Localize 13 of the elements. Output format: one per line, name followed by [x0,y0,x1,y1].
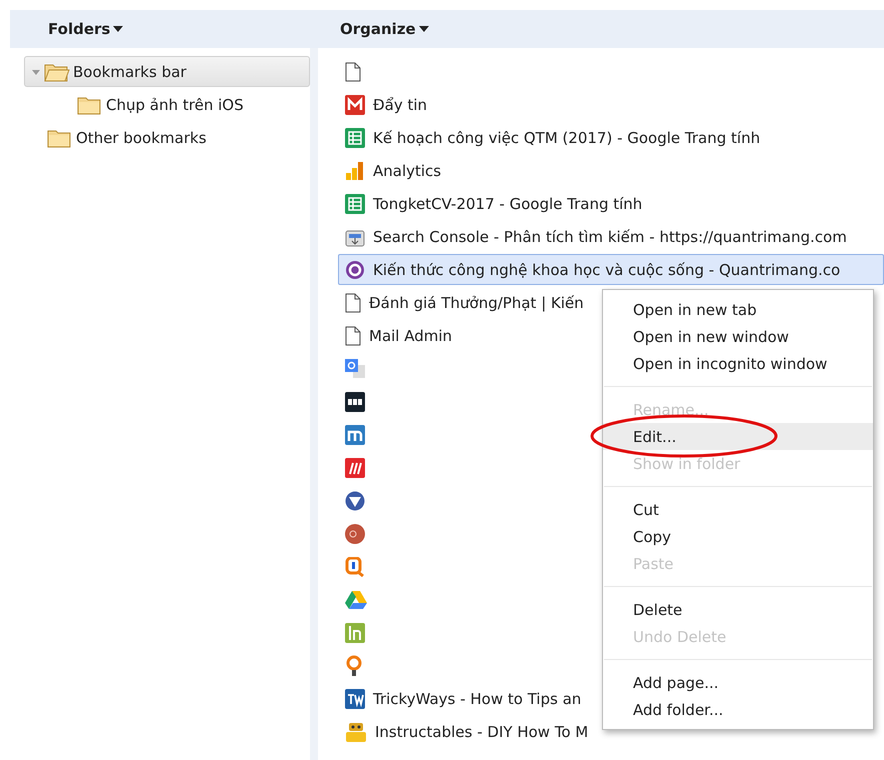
bookmark-title: Kiến thức công nghệ khoa học và cuộc sống - Quantrimang.co [373,260,840,278]
bookmark-title: TongketCV-2017 - Google Trang tính [373,194,642,212]
bookmark-title: Mail Admin [369,326,452,344]
bookmark-title: TrickyWays - How to Tips an [373,690,582,708]
bookmark-title: Search Console - Phân tích tìm kiếm - https://quantrimang.com [373,228,847,246]
folder-label: Other bookmarks [76,128,206,146]
bookmark-title: Instructables - DIY How To M [375,722,588,740]
folder-label: Chụp ảnh trên iOS [106,96,244,114]
bookmark-title: Đẩy tin [373,96,428,114]
folder-label: Bookmarks bar [73,62,186,80]
bookmark-title: Kế hoạch công việc QTM (2017) - Google Trang tính [373,128,760,146]
bookmark-title: Đánh giá Thưởng/Phạt | Kiến [369,294,584,312]
bookmark-title: Analytics [373,162,442,180]
